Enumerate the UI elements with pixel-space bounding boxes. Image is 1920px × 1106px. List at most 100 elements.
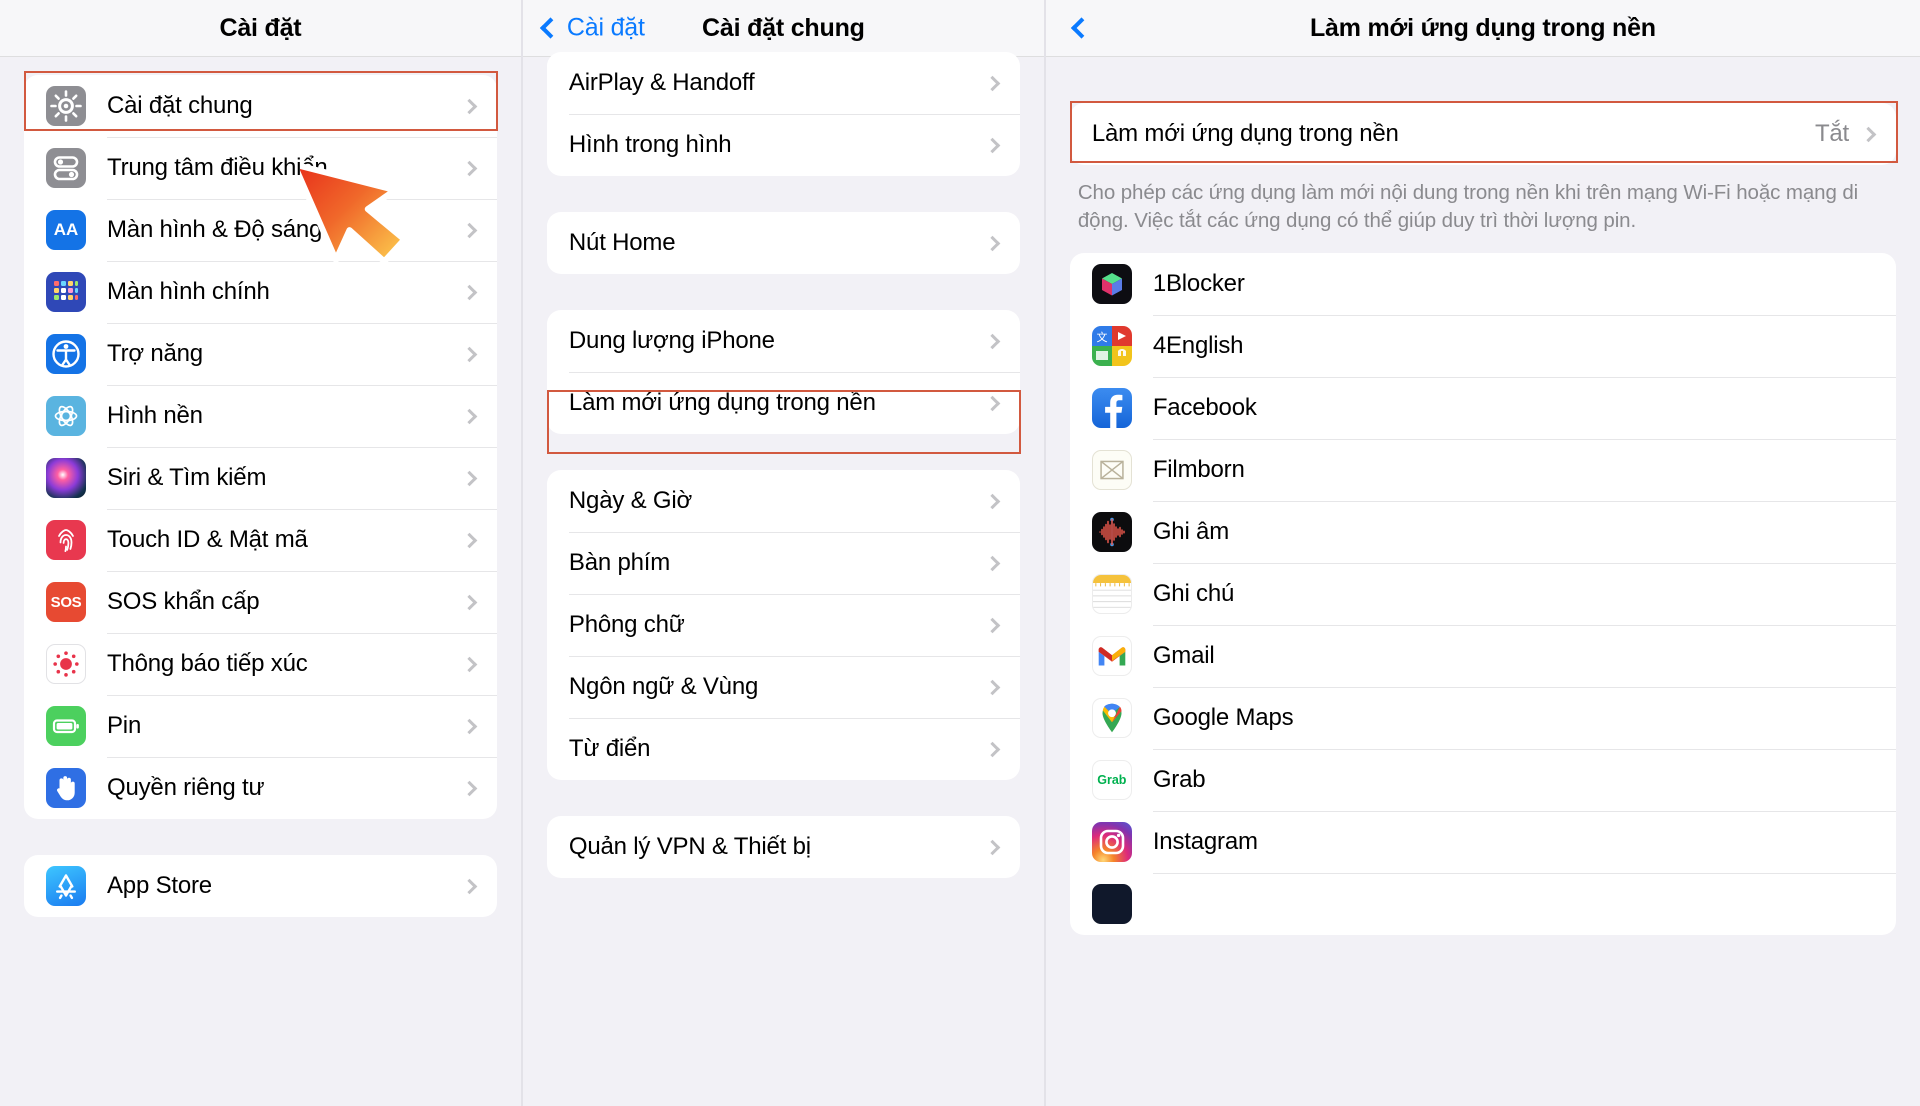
chevron-right-icon <box>461 98 478 114</box>
mid-group-vpn: Quản lý VPN & Thiết bị <box>546 816 1020 878</box>
row-fonts[interactable]: Phông chữ <box>547 594 1020 656</box>
sidebar-item-label: Siri & Tìm kiếm <box>107 464 267 491</box>
chevron-right-icon <box>461 878 478 894</box>
mid-section-gap-4 <box>523 780 1044 816</box>
sidebar-item-app-store[interactable]: App Store <box>24 855 497 917</box>
row-keyboard[interactable]: Bàn phím <box>547 532 1020 594</box>
sidebar-item-label: Touch ID & Mật mã <box>107 526 308 553</box>
chevron-right-icon <box>461 346 478 362</box>
accessibility-icon <box>46 334 86 374</box>
chevron-right-icon <box>461 160 478 176</box>
row-vpn-device-management[interactable]: Quản lý VPN & Thiết bị <box>547 816 1020 878</box>
back-button-settings[interactable]: Cài đặt <box>539 14 645 43</box>
filmborn-icon <box>1091 450 1132 490</box>
list-item[interactable]: Ghi âm <box>1070 501 1897 563</box>
row-label: Nút Home <box>568 229 676 256</box>
chevron-right-icon <box>461 532 478 548</box>
list-item[interactable]: 1Blocker <box>1070 253 1896 315</box>
row-label: Bàn phím <box>568 549 671 576</box>
chevron-right-icon <box>984 235 1001 251</box>
mid-nav-title: Cài đặt chung <box>702 13 865 42</box>
left-scroll-area[interactable]: Cài đặt chung Trung tâm điều khiển AA Mà… <box>0 57 521 1106</box>
right-scroll-area[interactable]: Làm mới ứng dụng trong nền Tắt Cho phép … <box>1046 57 1920 1106</box>
exposure-notification-icon <box>46 644 86 684</box>
row-dictionary[interactable]: Từ điển <box>547 718 1020 780</box>
list-item[interactable]: 文 4English <box>1070 315 1897 377</box>
sidebar-item-emergency-sos[interactable]: SOS SOS khẩn cấp <box>24 571 497 633</box>
sidebar-item-label: Màn hình & Độ sáng <box>107 216 323 243</box>
sidebar-item-label: SOS khẩn cấp <box>107 588 260 615</box>
sidebar-item-privacy[interactable]: Quyền riêng tư <box>24 757 497 819</box>
row-date-time[interactable]: Ngày & Giờ <box>547 470 1020 532</box>
google-maps-icon <box>1091 698 1132 738</box>
sidebar-item-home-screen[interactable]: Màn hình chính <box>24 261 497 323</box>
app-name: 4English <box>1152 332 1244 359</box>
app-name: Gmail <box>1152 642 1215 669</box>
sidebar-item-exposure-notifications[interactable]: Thông báo tiếp xúc <box>24 633 497 695</box>
siri-icon <box>46 458 86 498</box>
list-item[interactable]: Gmail <box>1070 625 1897 687</box>
row-language-region[interactable]: Ngôn ngữ & Vùng <box>547 656 1020 718</box>
app-name: Facebook <box>1152 394 1257 421</box>
privacy-hand-icon <box>46 768 86 808</box>
chevron-right-icon <box>984 555 1001 571</box>
row-background-app-refresh[interactable]: Làm mới ứng dụng trong nền <box>547 372 1020 434</box>
facebook-icon <box>1091 388 1132 428</box>
gear-icon <box>46 86 86 126</box>
right-navbar: Làm mới ứng dụng trong nền <box>1045 0 1920 57</box>
mid-section-gap-1 <box>523 176 1044 212</box>
row-home-button[interactable]: Nút Home <box>547 212 1020 274</box>
app-icon-partial <box>1091 884 1132 924</box>
list-item[interactable]: Facebook <box>1070 377 1897 439</box>
left-settings-group-1: Cài đặt chung Trung tâm điều khiển AA Mà… <box>24 75 497 819</box>
sidebar-item-control-center[interactable]: Trung tâm điều khiển <box>24 137 497 199</box>
sidebar-item-label: Cài đặt chung <box>107 92 253 119</box>
row-airplay-handoff[interactable]: AirPlay & Handoff <box>547 52 1020 114</box>
list-item[interactable]: Instagram <box>1070 811 1897 873</box>
list-item[interactable]: Grab Grab <box>1070 749 1897 811</box>
wallpaper-icon <box>46 396 86 436</box>
general-settings-panel: Cài đặt Cài đặt chung AirPlay & Handoff … <box>522 0 1044 1106</box>
sidebar-item-accessibility[interactable]: Trợ năng <box>24 323 497 385</box>
chevron-right-icon <box>461 408 478 424</box>
row-iphone-storage[interactable]: Dung lượng iPhone <box>547 310 1020 372</box>
touch-id-icon <box>46 520 86 560</box>
app-name: Google Maps <box>1152 704 1294 731</box>
app-name: Ghi âm <box>1152 518 1229 545</box>
row-label: Dung lượng iPhone <box>568 327 775 354</box>
sidebar-item-siri-search[interactable]: Siri & Tìm kiếm <box>24 447 497 509</box>
list-item[interactable]: Filmborn <box>1070 439 1897 501</box>
row-label: Phông chữ <box>568 611 685 638</box>
chevron-right-icon <box>984 395 1001 411</box>
sidebar-item-general[interactable]: Cài đặt chung <box>24 75 497 137</box>
right-nav-title: Làm mới ứng dụng trong nền <box>1309 13 1656 42</box>
list-item[interactable]: Ghi chú <box>1070 563 1897 625</box>
sidebar-item-wallpaper[interactable]: Hình nền <box>24 385 497 447</box>
background-app-refresh-panel: Làm mới ứng dụng trong nền Làm mới ứng d… <box>1045 0 1920 1106</box>
sidebar-item-battery[interactable]: Pin <box>24 695 497 757</box>
notes-icon <box>1091 574 1132 614</box>
sidebar-item-touch-id[interactable]: Touch ID & Mật mã <box>24 509 497 571</box>
row-label: Quản lý VPN & Thiết bị <box>568 833 811 860</box>
back-button-right[interactable] <box>1070 17 1092 39</box>
chevron-left-icon <box>1070 17 1092 39</box>
1blocker-icon <box>1091 264 1132 304</box>
chevron-right-icon <box>984 679 1001 695</box>
voice-memos-icon <box>1091 512 1132 552</box>
row-label: Hình trong hình <box>568 131 732 158</box>
list-item[interactable]: Google Maps <box>1070 687 1897 749</box>
sidebar-item-label: Trung tâm điều khiển <box>107 154 328 181</box>
sidebar-item-display-brightness[interactable]: AA Màn hình & Độ sáng <box>24 199 497 261</box>
row-background-app-refresh-toggle[interactable]: Làm mới ứng dụng trong nền Tắt <box>1070 103 1896 165</box>
mid-scroll-area[interactable]: AirPlay & Handoff Hình trong hình Nút Ho… <box>523 52 1044 1106</box>
app-name: Instagram <box>1152 828 1258 855</box>
sidebar-item-label: App Store <box>107 872 212 899</box>
row-label: Ngôn ngữ & Vùng <box>568 673 759 700</box>
list-item-partial[interactable] <box>1070 873 1897 935</box>
gmail-icon <box>1091 636 1132 676</box>
chevron-right-icon <box>461 284 478 300</box>
sidebar-item-label: Màn hình chính <box>107 278 270 305</box>
mid-navbar: Cài đặt Cài đặt chung <box>522 0 1044 57</box>
row-picture-in-picture[interactable]: Hình trong hình <box>547 114 1020 176</box>
app-name: Ghi chú <box>1152 580 1235 607</box>
